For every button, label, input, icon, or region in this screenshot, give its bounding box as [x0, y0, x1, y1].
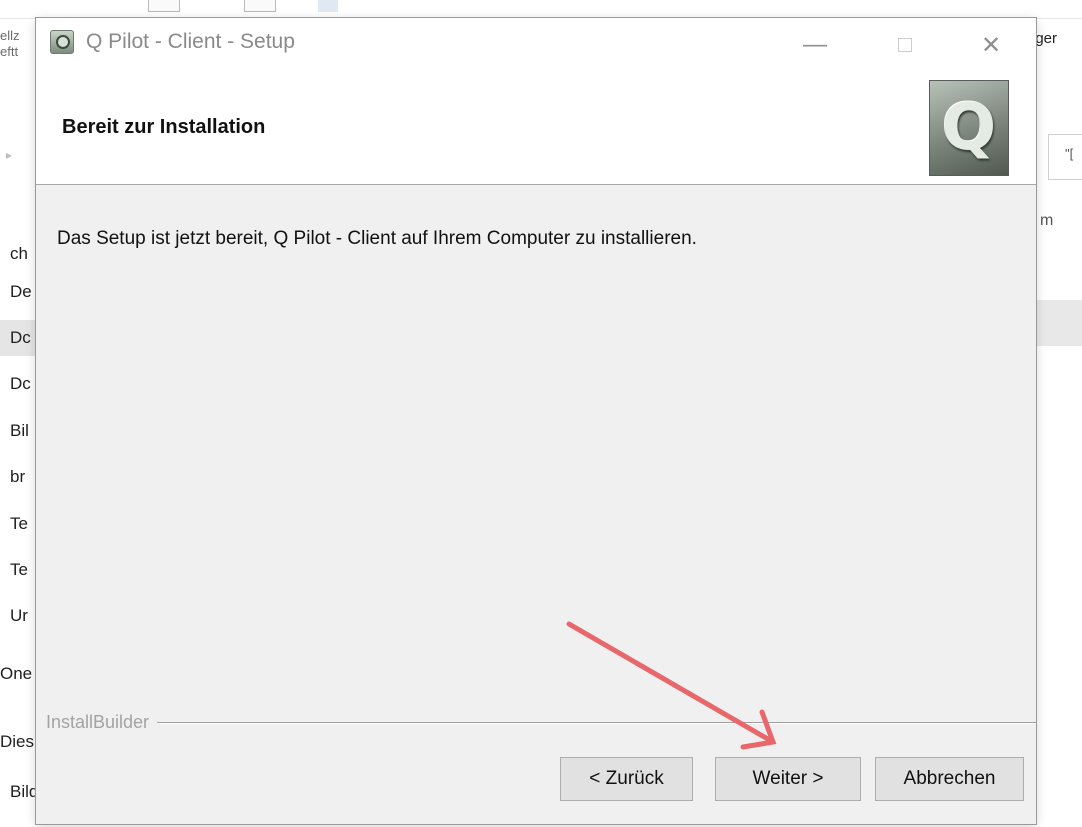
background-nav-item[interactable]: br	[0, 459, 36, 495]
background-nav-arrow-icon: ▸	[6, 148, 13, 162]
maximize-icon	[898, 38, 912, 52]
background-toolbar	[0, 0, 1082, 19]
next-button[interactable]: Weiter >	[715, 757, 861, 801]
background-nav-item[interactable]: Bil	[0, 413, 36, 449]
close-button[interactable]: ✕	[968, 18, 1014, 72]
background-column-label: m	[1040, 212, 1054, 229]
background-nav-item[interactable]: Dc	[0, 320, 36, 356]
cancel-button[interactable]: Abbrechen	[875, 757, 1024, 801]
minimize-button[interactable]: —	[792, 18, 838, 72]
background-nav-item[interactable]: Ur	[0, 598, 36, 634]
background-left-label-line: ellz	[0, 28, 20, 43]
background-left-label-line: eftt	[0, 44, 19, 59]
background-nav-item[interactable]: Dc	[0, 366, 36, 402]
background-toolbar-button	[148, 0, 180, 12]
background-nav-item[interactable]: Te	[0, 506, 36, 542]
page-title: Bereit zur Installation	[62, 116, 266, 138]
installer-brand: InstallBuilder	[46, 712, 158, 733]
title-bar[interactable]: Q Pilot - Client - Setup — ✕	[36, 18, 1036, 72]
window-title: Q Pilot - Client - Setup	[86, 30, 295, 53]
q-pilot-logo: Q	[929, 80, 1009, 176]
background-left-label: ellz eftt	[0, 28, 36, 88]
background-search-box[interactable]: "[	[1048, 134, 1082, 180]
app-icon	[50, 30, 74, 54]
setup-dialog: Q Pilot - Client - Setup — ✕ Bereit zur …	[36, 18, 1036, 824]
back-button[interactable]: < Zurück	[560, 757, 693, 801]
background-nav-item[interactable]: Te	[0, 552, 36, 588]
background-nav-item[interactable]: Bilder	[0, 774, 36, 810]
background-toolbar-button	[244, 0, 276, 12]
background-nav-item[interactable]: One	[0, 656, 36, 692]
background-nav-item[interactable]: Dies	[0, 724, 36, 760]
background-toolbar-icon	[318, 0, 338, 12]
background-nav-item[interactable]: De	[0, 274, 36, 310]
logo-letter: Q	[941, 91, 997, 165]
background-nav-item[interactable]: ch	[0, 236, 36, 272]
background-right-label: iger	[1032, 30, 1058, 47]
footer-divider	[46, 722, 1036, 724]
page-header: Bereit zur Installation Q	[36, 72, 1036, 185]
setup-message: Das Setup ist jetzt bereit, Q Pilot - Cl…	[57, 228, 697, 249]
background-selected-row	[1032, 300, 1082, 346]
maximize-button[interactable]	[882, 18, 928, 72]
